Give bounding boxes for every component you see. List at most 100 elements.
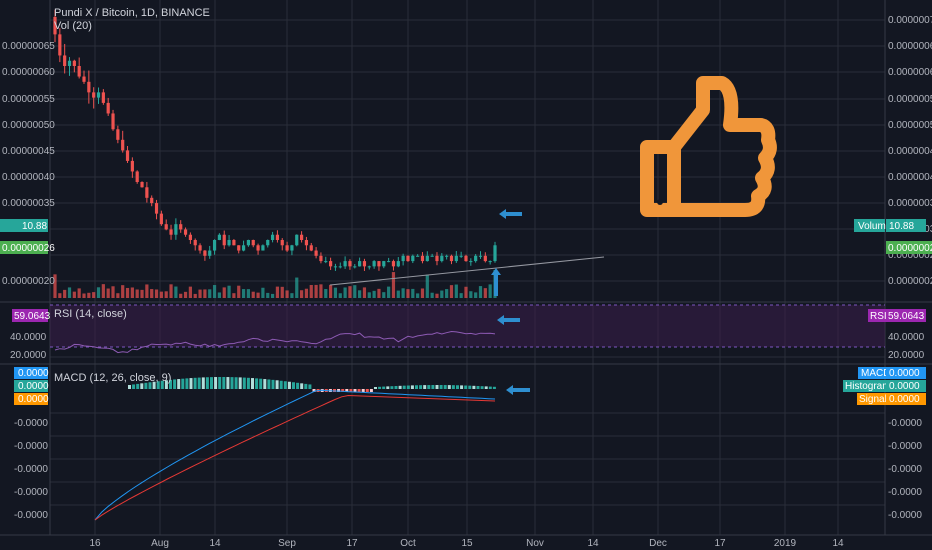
candle-body[interactable] <box>256 245 260 251</box>
candle-body[interactable] <box>474 255 478 262</box>
candle-body[interactable] <box>299 234 304 240</box>
candle-body[interactable] <box>362 261 367 267</box>
candle-body[interactable] <box>280 240 284 246</box>
volume-bar <box>445 289 449 298</box>
candle-body[interactable] <box>469 261 473 263</box>
candle-body[interactable] <box>188 234 192 240</box>
candle-body[interactable] <box>382 261 386 267</box>
candle-body[interactable] <box>145 187 149 198</box>
candle-body[interactable] <box>150 197 154 204</box>
candle-body[interactable] <box>449 255 454 262</box>
candle-body[interactable] <box>140 182 144 188</box>
candle-body[interactable] <box>87 81 91 93</box>
candle-body[interactable] <box>329 261 333 267</box>
candle-body[interactable] <box>203 250 207 256</box>
candle-body[interactable] <box>246 240 251 246</box>
candle-body[interactable] <box>396 261 400 267</box>
candle-body[interactable] <box>135 171 139 182</box>
macd-tick-right: -0.0000 <box>888 464 922 475</box>
candle-body[interactable] <box>430 255 434 257</box>
candle-body[interactable] <box>290 245 294 251</box>
candle-body[interactable] <box>63 55 67 66</box>
candle-body[interactable] <box>319 255 323 262</box>
candle-body[interactable] <box>314 250 318 256</box>
candle-body[interactable] <box>372 261 376 267</box>
price-tag-right: 0.00000026 <box>888 243 932 254</box>
candle-body[interactable] <box>353 266 357 268</box>
volume-bar <box>111 286 115 298</box>
candle-body[interactable] <box>391 261 396 267</box>
candle-body[interactable] <box>261 245 265 251</box>
candle-body[interactable] <box>266 240 270 246</box>
candle-body[interactable] <box>92 92 96 98</box>
candle-body[interactable] <box>227 240 231 246</box>
candle-body[interactable] <box>222 234 226 246</box>
candle-body[interactable] <box>401 255 405 262</box>
candle-body[interactable] <box>125 150 130 161</box>
candle-body[interactable] <box>174 224 178 235</box>
candle-body[interactable] <box>343 261 347 267</box>
candle-body[interactable] <box>106 102 110 114</box>
candle-body[interactable] <box>193 240 197 246</box>
candle-body[interactable] <box>169 229 173 235</box>
candle-body[interactable] <box>478 255 483 257</box>
candle-body[interactable] <box>377 261 381 267</box>
candle-body[interactable] <box>217 234 221 240</box>
candle-body[interactable] <box>348 261 352 267</box>
candle-body[interactable] <box>58 34 62 56</box>
candle-body[interactable] <box>232 240 236 246</box>
candle-body[interactable] <box>425 255 429 262</box>
candle-body[interactable] <box>285 245 289 251</box>
candle-body[interactable] <box>459 255 463 257</box>
candle-body[interactable] <box>435 255 439 262</box>
candle-body[interactable] <box>295 234 299 246</box>
candle-body[interactable] <box>406 255 410 262</box>
candle-body[interactable] <box>130 160 134 172</box>
candle-body[interactable] <box>275 234 280 240</box>
candle-body[interactable] <box>464 255 468 262</box>
candle-body[interactable] <box>338 266 342 268</box>
candle-body[interactable] <box>77 66 81 77</box>
candle-body[interactable] <box>154 203 159 214</box>
candle-body[interactable] <box>420 255 425 262</box>
candle-body[interactable] <box>159 213 163 225</box>
candle-body[interactable] <box>212 240 217 251</box>
candle-body[interactable] <box>116 129 120 140</box>
candle-body[interactable] <box>82 76 86 82</box>
candle-body[interactable] <box>488 261 492 263</box>
hist-tag-right-name: Histogram <box>845 381 891 392</box>
candle-body[interactable] <box>387 261 391 263</box>
candle-body[interactable] <box>440 255 444 262</box>
trading-chart[interactable]: Pundi X / Bitcoin, 1D, BINANCE Vol (20) … <box>0 0 932 550</box>
candle-body[interactable] <box>416 255 420 257</box>
volume-bar <box>391 272 396 298</box>
candle-body[interactable] <box>270 234 275 240</box>
candle-body[interactable] <box>208 250 212 256</box>
candle-body[interactable] <box>493 245 497 262</box>
candle-body[interactable] <box>251 240 255 246</box>
candle-body[interactable] <box>67 60 72 66</box>
candle-body[interactable] <box>111 113 115 130</box>
volume-bar <box>449 285 454 298</box>
candle-body[interactable] <box>72 60 76 66</box>
candle-body[interactable] <box>454 255 458 262</box>
candle-body[interactable] <box>304 240 309 246</box>
candle-body[interactable] <box>241 245 246 251</box>
candle-body[interactable] <box>367 266 371 268</box>
candle-body[interactable] <box>164 224 168 230</box>
candle-body[interactable] <box>101 92 105 103</box>
candle-body[interactable] <box>445 255 449 257</box>
candle-body[interactable] <box>183 229 188 235</box>
candle-body[interactable] <box>121 139 125 151</box>
histogram-bar <box>283 381 287 389</box>
candle-body[interactable] <box>358 261 362 267</box>
candle-body[interactable] <box>411 255 415 262</box>
candle-body[interactable] <box>198 245 202 251</box>
candle-body[interactable] <box>237 245 241 251</box>
candle-body[interactable] <box>179 224 183 230</box>
candle-body[interactable] <box>96 92 101 98</box>
candle-body[interactable] <box>483 255 487 262</box>
candle-body[interactable] <box>324 261 328 263</box>
candle-body[interactable] <box>309 245 313 251</box>
candle-body[interactable] <box>333 266 338 268</box>
